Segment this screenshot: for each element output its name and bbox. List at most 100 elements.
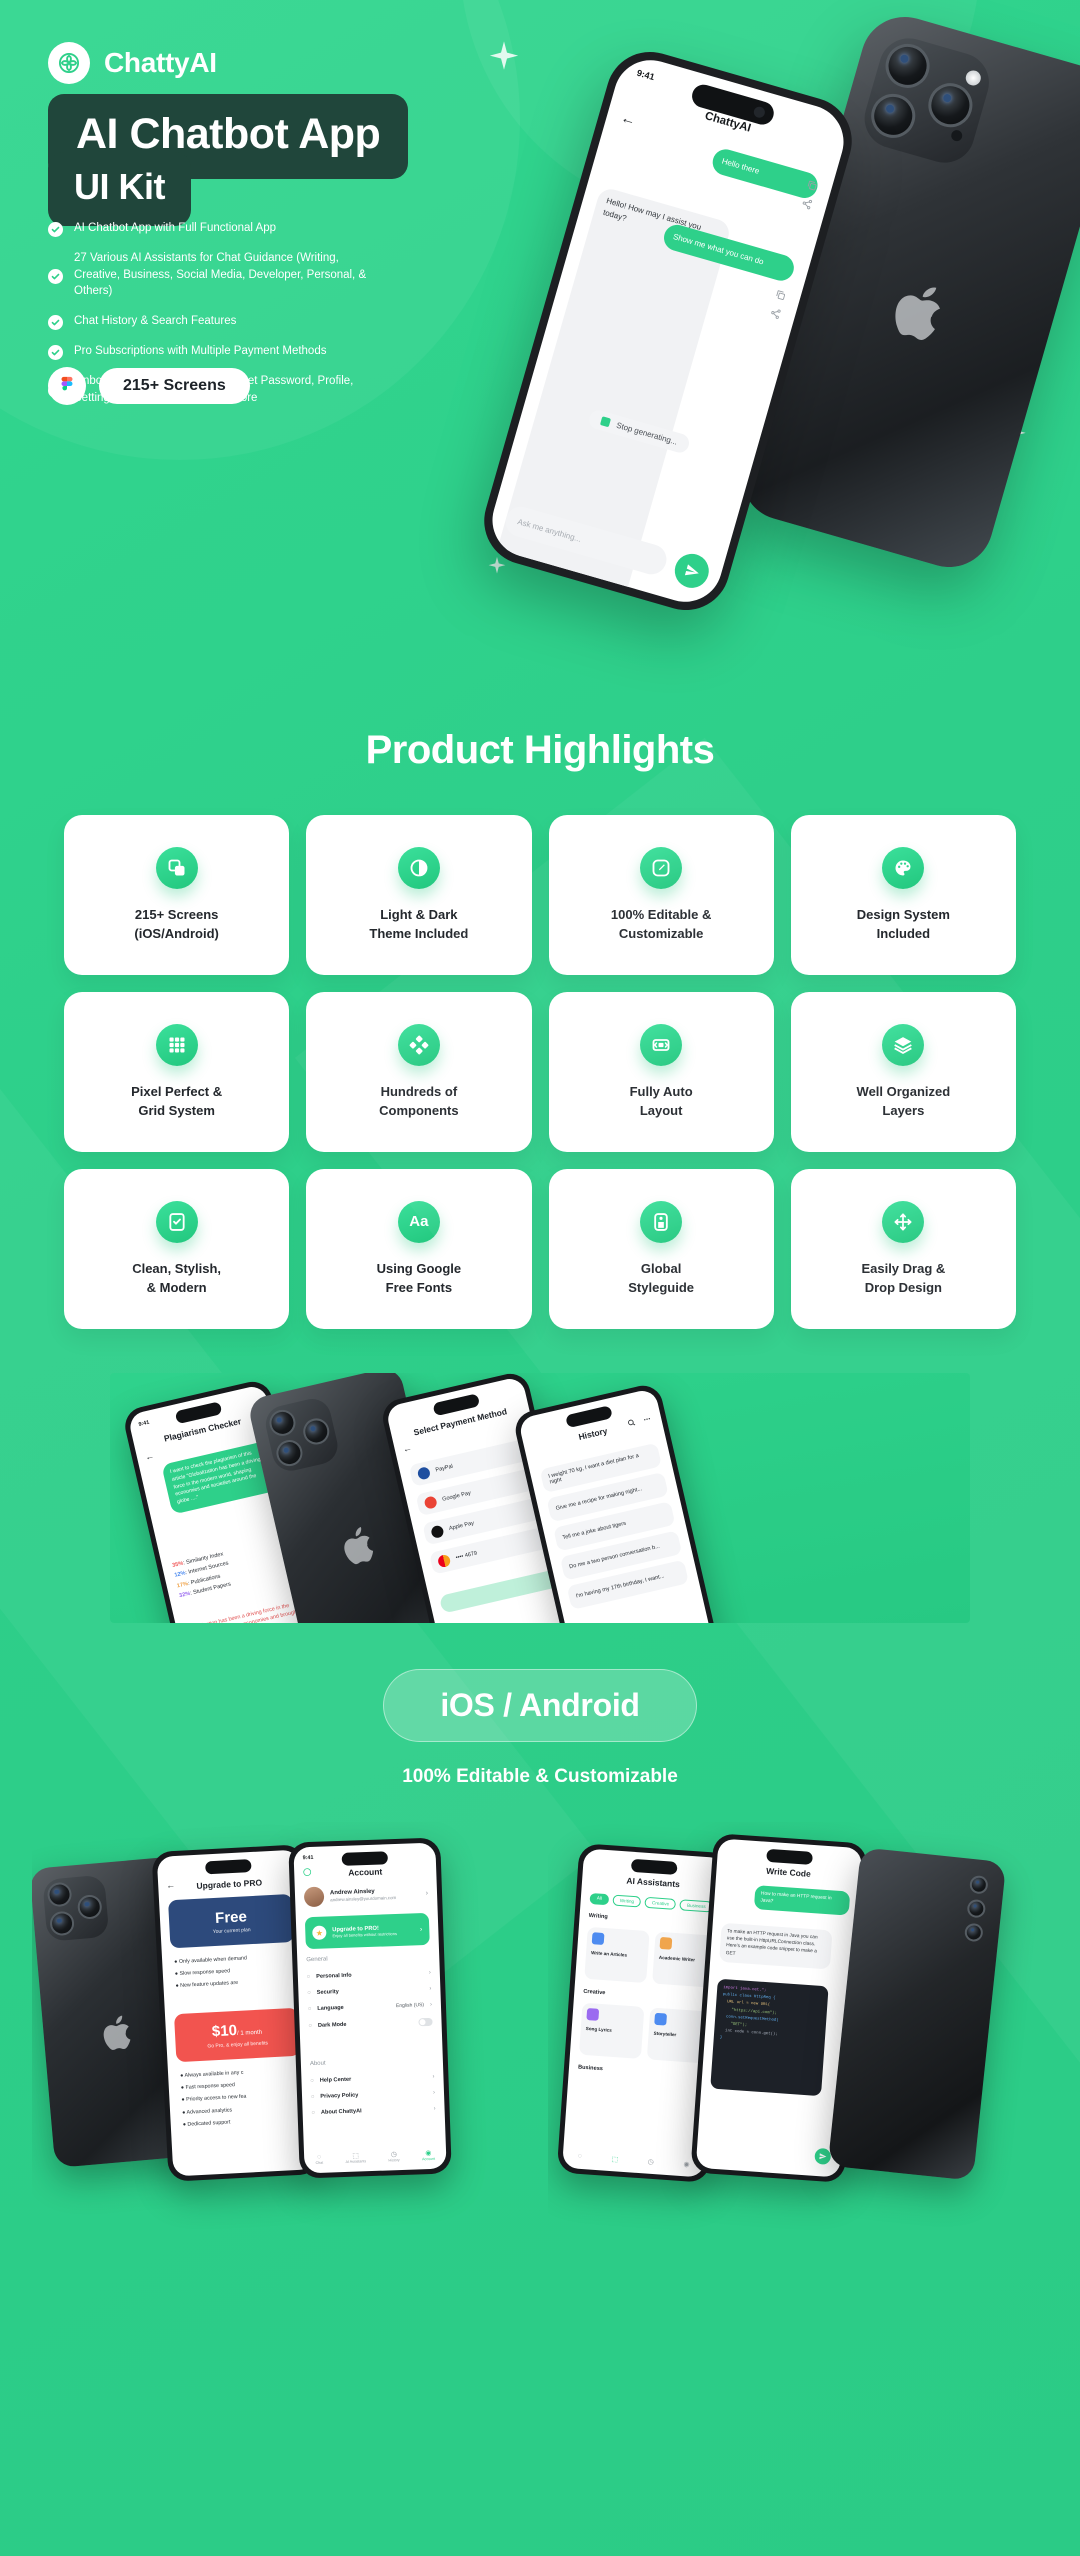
assistant-name: Academic Writer xyxy=(658,1954,696,1963)
plagiarism-body-text: Globalization has been a driving force i… xyxy=(186,1602,299,1623)
google-icon xyxy=(423,1495,438,1510)
camera-lens-icon xyxy=(923,78,978,133)
highlight-card-line2: & Modern xyxy=(146,1280,207,1295)
group-creative-label: Creative xyxy=(583,1988,606,1997)
highlight-card-line1: Global xyxy=(640,1260,682,1276)
chevron-right-icon: › xyxy=(433,2105,436,2112)
send-icon[interactable] xyxy=(670,549,713,592)
tab-ai-assistants[interactable]: ⬚ AI Assistants xyxy=(345,2151,366,2163)
copy-icon[interactable] xyxy=(805,179,819,193)
list-item-label: Always available in any c xyxy=(184,2069,244,2079)
list-item-label: 27 Various AI Assistants for Chat Guidan… xyxy=(74,252,367,298)
highlight-card[interactable]: Global Styleguide xyxy=(548,1169,774,1329)
chat-icon[interactable]: ◌ xyxy=(577,2153,582,2161)
check-icon: ● xyxy=(180,2084,185,2092)
highlight-card-line2: Included xyxy=(876,926,931,941)
chevron-right-icon: › xyxy=(433,2089,436,2096)
copy-icon[interactable] xyxy=(774,288,788,302)
assistant-name: Song Lyrics xyxy=(585,2025,613,2033)
chevron-right-icon: › xyxy=(419,1925,423,1933)
showcase-band: 9:41 Plagiarism Checker ← I want to chec… xyxy=(0,1373,1080,1623)
info-icon: ◌ xyxy=(311,2109,316,2117)
user-profile-row[interactable]: Andrew Ainsley andrew.ainsley@yourdomain… xyxy=(303,1883,429,1908)
history-icon[interactable]: ◷ xyxy=(647,2158,654,2166)
highlight-card[interactable]: Easily Drag & Drop Design xyxy=(790,1169,1016,1329)
platform-badge[interactable]: iOS / Android xyxy=(383,1669,697,1742)
highlight-card[interactable]: Design System Included xyxy=(790,815,1016,975)
camera-lens-icon xyxy=(966,1898,987,1919)
list-item-label: Language xyxy=(317,2004,344,2012)
chat-screen: 9:41 ChattyAI ← Hello there Hello! How m… xyxy=(483,51,853,611)
showcase-inner: 9:41 Plagiarism Checker ← I want to chec… xyxy=(110,1373,970,1623)
chevron-right-icon: › xyxy=(425,1889,429,1897)
highlight-card[interactable]: Light & Dark Theme Included xyxy=(306,815,532,975)
grid-icon[interactable]: ⬚ xyxy=(611,2155,618,2163)
chatgpt-logo-icon xyxy=(48,42,90,84)
assistant-icon xyxy=(586,2008,600,2021)
font-aa-icon: Aa xyxy=(397,1200,440,1243)
highlight-card[interactable]: Aa Using Google Free Fonts xyxy=(306,1169,532,1329)
highlight-card[interactable]: Hundreds of Components xyxy=(306,992,532,1152)
upgrade-banner[interactable]: ★ Upgrade to PRO! Enjoy all benefits wit… xyxy=(304,1912,430,1950)
paypal-icon xyxy=(416,1466,432,1481)
camera-lens-icon xyxy=(300,1415,332,1448)
chip-writing[interactable]: Writing xyxy=(612,1894,642,1908)
components-icon xyxy=(397,1023,440,1066)
group-business-label: Business xyxy=(577,2064,604,2073)
check-icon xyxy=(48,345,63,361)
page-title: Product Highlights xyxy=(365,728,715,772)
highlight-card[interactable]: Pixel Perfect & Grid System xyxy=(64,992,290,1152)
account-icon[interactable]: ◉ xyxy=(683,2160,690,2168)
screens-count-badge[interactable]: 215+ Screens xyxy=(99,368,250,404)
chip-all[interactable]: All xyxy=(589,1892,610,1906)
highlight-card-line1: 100% Editable & xyxy=(610,906,712,922)
list-item-label: I'm having my 17th birthday, I want... xyxy=(575,1573,666,1600)
payment-cta[interactable] xyxy=(438,1569,560,1614)
highlight-card[interactable]: 100% Editable & Customizable xyxy=(548,815,774,975)
share-icon[interactable] xyxy=(800,197,814,211)
highlight-card-line1: Hundreds of xyxy=(380,1083,458,1099)
assistant-card[interactable]: Write an Articles xyxy=(584,1926,650,1984)
back-arrow-icon[interactable]: ← xyxy=(166,1880,176,1890)
back-arrow-icon[interactable]: ← xyxy=(144,1450,155,1462)
share-icon[interactable] xyxy=(769,307,783,321)
list-item: AI Chatbot App with Full Functional App xyxy=(48,220,378,237)
list-item[interactable]: ◌ Dark Mode xyxy=(308,2013,433,2035)
back-arrow-icon[interactable]: ← xyxy=(402,1443,413,1455)
assistant-card[interactable]: Song Lyrics xyxy=(578,2002,645,2059)
tab-account[interactable]: ◉ Account xyxy=(422,2149,435,2161)
list-item-label: Apple Pay xyxy=(448,1520,475,1533)
assistant-name: Storyteller xyxy=(653,2030,677,2038)
platform-section: iOS / Android 100% Editable & Customizab… xyxy=(0,1669,1080,1788)
chip-creative[interactable]: Creative xyxy=(644,1896,677,1910)
chevron-right-icon: › xyxy=(432,2073,435,2080)
chevron-right-icon: › xyxy=(429,2001,433,2008)
plagiarism-stats: 35%: Similarity Index 12%: Internet Sour… xyxy=(171,1549,234,1602)
highlight-card-line2: Layers xyxy=(882,1103,925,1118)
list-item-label: Pro Subscriptions with Multiple Payment … xyxy=(74,345,327,358)
highlight-card[interactable]: 215+ Screens (iOS/Android) xyxy=(64,815,290,975)
assistant-icon xyxy=(654,2012,668,2026)
back-arrow-icon[interactable]: ← xyxy=(619,109,638,129)
camera-lens-icon xyxy=(273,1437,306,1469)
highlight-card[interactable]: Well Organized Layers xyxy=(790,992,1016,1152)
send-icon[interactable] xyxy=(814,2147,832,2165)
dark-mode-toggle[interactable] xyxy=(418,2017,433,2027)
figma-badge-row: 215+ Screens xyxy=(48,367,250,405)
tab-chat[interactable]: ◌ Chat xyxy=(315,2153,323,2164)
message-actions[interactable] xyxy=(769,288,788,320)
writecode-user-message: How to make an HTTP request in Java? xyxy=(753,1885,851,1917)
highlight-card[interactable]: Fully Auto Layout xyxy=(548,992,774,1152)
free-plan-name: Free xyxy=(214,1907,248,1927)
highlight-card-line2: (iOS/Android) xyxy=(134,926,219,941)
list-item[interactable]: ◌ About ChattyAI › xyxy=(311,2101,436,2121)
notch xyxy=(766,1848,813,1865)
highlight-card[interactable]: Clean, Stylish, & Modern xyxy=(64,1169,290,1329)
tab-history[interactable]: ◷ History xyxy=(388,2150,399,2162)
shield-icon: ◌ xyxy=(307,1990,311,1997)
list-item-label: Fast response speed xyxy=(185,2082,236,2091)
moon-icon: ◌ xyxy=(308,2023,313,2030)
chevron-right-icon: › xyxy=(428,1969,431,1976)
check-icon: ● xyxy=(181,2097,185,2104)
status-time: 9:41 xyxy=(635,67,656,83)
